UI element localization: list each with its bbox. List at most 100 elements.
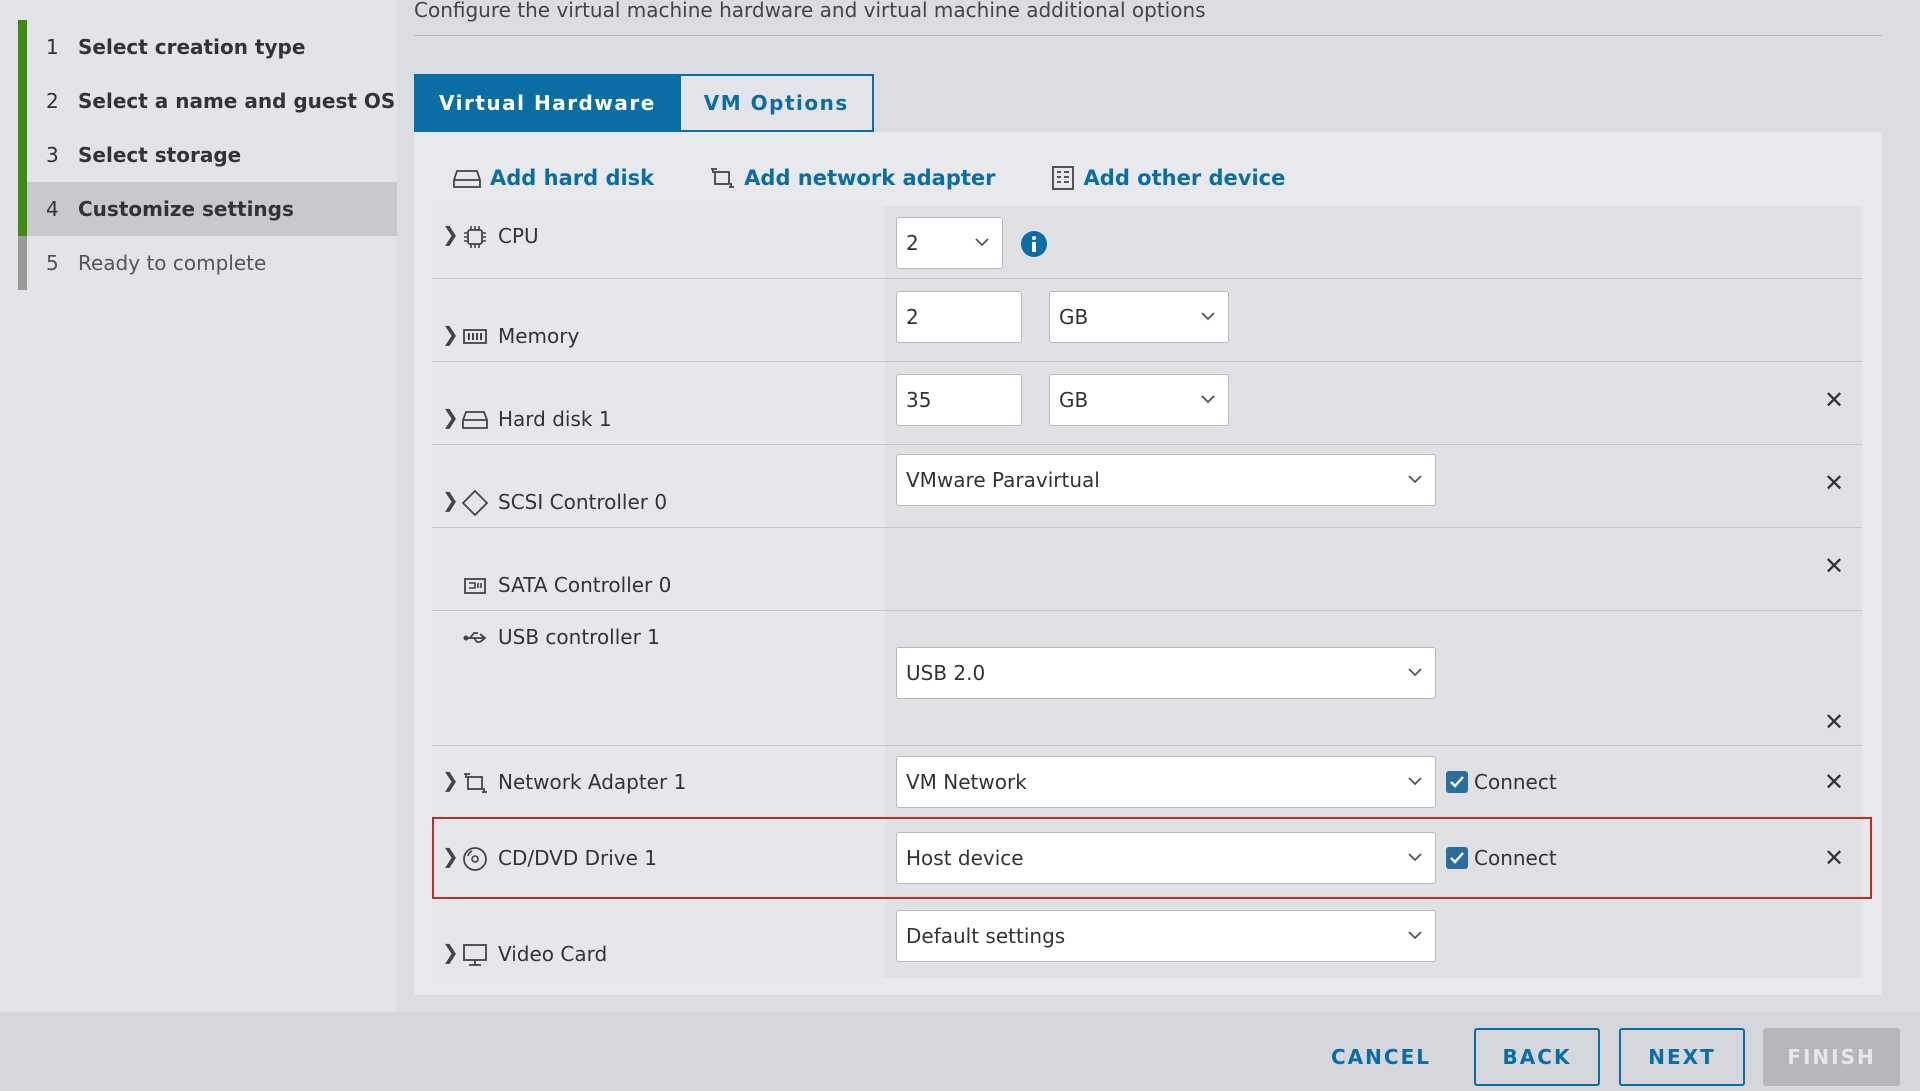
next-button[interactable]: NEXT [1619, 1028, 1745, 1086]
step-number: 3 [46, 143, 59, 167]
video-settings-select[interactable]: Default settings [896, 910, 1436, 962]
hardware-row-usb-controller: USB controller 1 USB 2.0 ✕ [432, 611, 1862, 746]
expand-chevron-icon[interactable]: ❯ [442, 222, 459, 246]
remove-usb-controller-button[interactable]: ✕ [1824, 710, 1844, 734]
cd-dvd-drive-label: CD/DVD Drive 1 [498, 846, 657, 870]
checkmark-icon [1446, 771, 1468, 793]
add-hard-disk-button[interactable]: Add hard disk [452, 165, 654, 191]
memory-label: Memory [498, 324, 580, 348]
cpu-label: CPU [498, 224, 539, 248]
hardware-row-scsi-controller: ❯ SCSI Controller 0 VMware Paravirtual ✕ [432, 445, 1862, 528]
sata-controller-label: SATA Controller 0 [498, 573, 672, 597]
cd-dvd-connect-label: Connect [1474, 846, 1557, 870]
hardware-row-hard-disk: ❯ Hard disk 1 35 GB ✕ [432, 362, 1862, 445]
network-value: VM Network [906, 770, 1027, 794]
cd-dvd-media-select[interactable]: Host device [896, 832, 1436, 884]
memory-icon [463, 329, 487, 344]
value-column [885, 528, 1862, 610]
chevron-down-icon [975, 238, 989, 247]
hardware-row-network-adapter: ❯ Network Adapter 1 VM Network Connect ✕ [432, 746, 1862, 818]
chevron-down-icon [1408, 777, 1422, 786]
cd-dvd-icon [463, 847, 487, 871]
hard-disk-label: Hard disk 1 [498, 407, 612, 431]
add-device-toolbar: Add hard disk Add network adapter Add ot… [452, 160, 1339, 196]
network-adapter-label: Network Adapter 1 [498, 770, 687, 794]
back-button[interactable]: BACK [1474, 1028, 1600, 1086]
cpu-count-value: 2 [906, 231, 919, 255]
usb-controller-label: USB controller 1 [498, 625, 660, 649]
hardware-row-video-card: ❯ Video Card Default settings [432, 898, 1862, 978]
remove-sata-controller-button[interactable]: ✕ [1824, 554, 1844, 578]
step-select-creation-type[interactable]: 1 Select creation type [18, 20, 397, 74]
memory-size-input[interactable]: 2 [896, 291, 1022, 343]
hard-disk-unit-select[interactable]: GB [1049, 374, 1229, 426]
step-progress-bar [18, 182, 27, 236]
memory-unit-value: GB [1059, 305, 1089, 329]
hard-disk-icon [462, 411, 488, 429]
step-progress-bar [18, 236, 27, 290]
other-device-icon [1051, 166, 1074, 190]
remove-hard-disk-button[interactable]: ✕ [1824, 388, 1844, 412]
step-number: 1 [46, 35, 59, 59]
hard-disk-size-input[interactable]: 35 [896, 374, 1022, 426]
usb-type-select[interactable]: USB 2.0 [896, 647, 1436, 699]
cpu-count-select[interactable]: 2 [896, 217, 1003, 269]
step-label: Select creation type [78, 35, 306, 59]
hardware-list: ❯ CPU 2 ❯ Memory 2 GB ❯ Hard disk 1 35 G… [432, 206, 1862, 978]
step-select-storage[interactable]: 3 Select storage [18, 128, 397, 182]
cancel-button[interactable]: CANCEL [1320, 1028, 1442, 1086]
step-ready-to-complete[interactable]: 5 Ready to complete [18, 236, 397, 290]
expand-chevron-icon[interactable]: ❯ [442, 940, 459, 964]
add-network-adapter-button[interactable]: Add network adapter [708, 165, 996, 191]
chevron-down-icon [1201, 312, 1215, 321]
network-select[interactable]: VM Network [896, 756, 1436, 808]
scsi-controller-label: SCSI Controller 0 [498, 490, 668, 514]
hardware-row-cpu: ❯ CPU 2 [432, 206, 1862, 279]
remove-scsi-controller-button[interactable]: ✕ [1824, 471, 1844, 495]
cpu-icon [464, 226, 486, 248]
network-connect-checkbox[interactable]: Connect [1446, 770, 1557, 794]
value-column [885, 279, 1862, 361]
step-label: Select storage [78, 143, 242, 167]
remove-cd-dvd-drive-button[interactable]: ✕ [1824, 846, 1844, 870]
value-column [885, 362, 1862, 444]
tab-virtual-hardware[interactable]: Virtual Hardware [414, 74, 681, 132]
step-label: Customize settings [78, 197, 294, 221]
step-customize-settings[interactable]: 4 Customize settings [18, 182, 397, 236]
finish-button[interactable]: FINISH [1763, 1028, 1900, 1086]
add-other-device-button[interactable]: Add other device [1050, 165, 1285, 191]
chevron-down-icon [1408, 475, 1422, 484]
network-adapter-icon [711, 168, 735, 188]
expand-chevron-icon[interactable]: ❯ [442, 322, 459, 346]
hardware-row-memory: ❯ Memory 2 GB [432, 279, 1862, 362]
step-progress-bar [18, 20, 27, 74]
chevron-down-icon [1201, 395, 1215, 404]
step-label: Select a name and guest OS [78, 89, 396, 113]
network-adapter-icon [464, 773, 487, 793]
sata-controller-icon [464, 578, 486, 594]
expand-chevron-icon[interactable]: ❯ [442, 488, 459, 512]
memory-unit-select[interactable]: GB [1049, 291, 1229, 343]
cd-dvd-connect-checkbox[interactable]: Connect [1446, 846, 1557, 870]
step-progress-bar [18, 128, 27, 182]
info-icon[interactable] [1020, 230, 1048, 258]
chevron-down-icon [1408, 853, 1422, 862]
expand-chevron-icon[interactable]: ❯ [442, 768, 459, 792]
monitor-icon [463, 944, 487, 966]
memory-size-value: 2 [906, 305, 919, 329]
scsi-type-select[interactable]: VMware Paravirtual [896, 454, 1436, 506]
step-select-name-guest-os[interactable]: 2 Select a name and guest OS [18, 74, 397, 128]
remove-network-adapter-button[interactable]: ✕ [1824, 770, 1844, 794]
add-network-adapter-label: Add network adapter [744, 166, 996, 190]
expand-chevron-icon[interactable]: ❯ [442, 844, 459, 868]
expand-chevron-icon[interactable]: ❯ [442, 405, 459, 429]
video-settings-value: Default settings [906, 924, 1066, 948]
usb-icon [463, 632, 487, 643]
add-hard-disk-label: Add hard disk [490, 166, 655, 190]
hard-disk-icon [453, 170, 481, 188]
hardware-row-sata-controller: SATA Controller 0 ✕ [432, 528, 1862, 611]
step-number: 2 [46, 89, 59, 113]
step-number: 5 [46, 251, 59, 275]
tab-vm-options[interactable]: VM Options [680, 74, 874, 132]
page-subtitle: Configure the virtual machine hardware a… [414, 0, 1206, 22]
